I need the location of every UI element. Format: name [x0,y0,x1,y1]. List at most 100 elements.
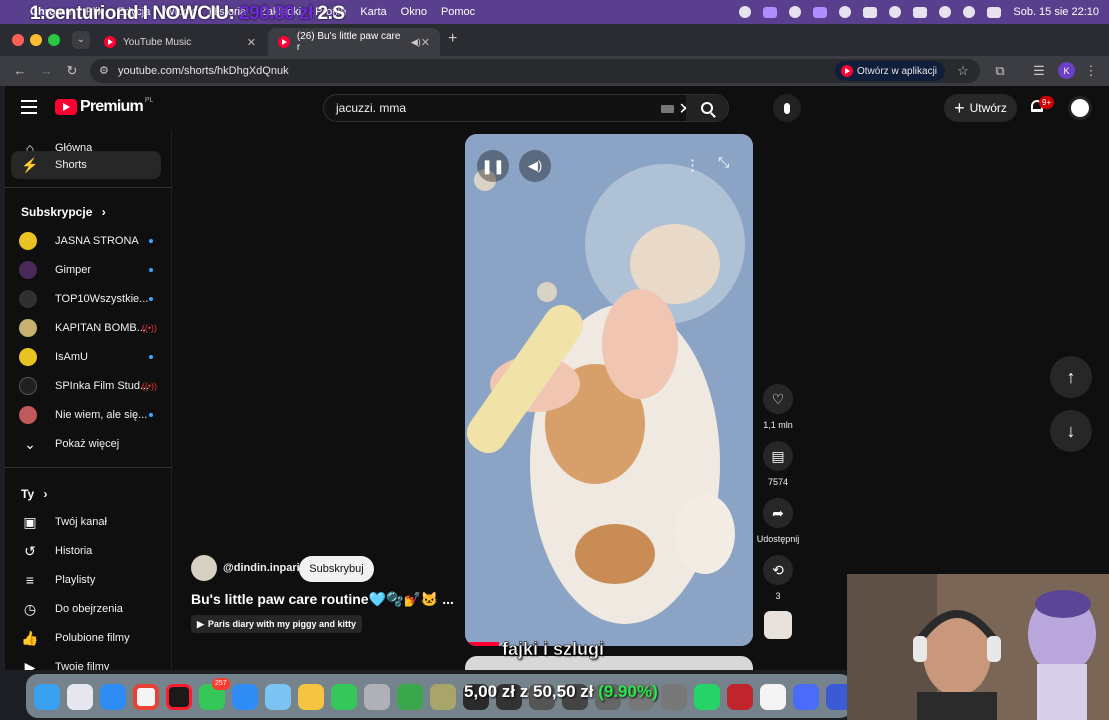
menu-karta[interactable]: Karta [360,6,386,18]
site-settings-icon[interactable]: ⚙ [99,64,109,77]
safari-icon[interactable] [100,684,126,710]
short-title[interactable]: Bu's little paw care routine🩵🫧💅🐱 ... [191,591,454,608]
sidebar-item-your-videos[interactable]: ▶ Twoje filmy [11,653,161,671]
whatsapp-icon[interactable] [694,684,720,710]
screen-share-icon[interactable] [813,6,828,18]
voice-search-button[interactable] [773,94,801,122]
search-box[interactable]: jacuzzi. mma ✕ [323,94,729,122]
search-button[interactable] [686,95,728,121]
wifi-icon[interactable] [939,6,952,18]
account-avatar[interactable] [1068,96,1092,120]
creator-avatar[interactable] [191,555,217,581]
finder-icon[interactable] [34,684,60,710]
more-options-icon[interactable]: ⋮ [685,156,700,174]
status-icon-1[interactable] [739,6,752,18]
guide-menu-icon[interactable] [21,100,37,114]
show-more-button[interactable]: ⌄ Pokaż więcej [11,430,161,458]
playlist-chip[interactable]: ▶ Paris diary with my piggy and kitty [191,615,362,633]
video-progress-bar[interactable] [465,642,499,646]
your-channel-icon: ▣ [23,513,37,530]
remix-button[interactable]: ⟲ [763,555,793,585]
creator-handle[interactable]: @dindin.inparis [223,562,306,574]
extensions-puzzle-icon[interactable]: ⧉ [992,63,1008,79]
sidebar-item-watch-later[interactable]: ◷ Do obejrzenia [11,595,161,623]
close-window-button[interactable] [12,34,24,46]
kebab-menu-icon[interactable]: ⋮ [1083,63,1099,79]
profile-avatar[interactable]: K [1058,62,1075,79]
tab-audio-icon[interactable]: ◀) [411,37,421,48]
reading-list-icon[interactable]: ☰ [1031,63,1047,79]
opera-icon[interactable] [166,684,192,710]
mail-icon[interactable] [232,684,258,710]
next-short-button[interactable]: ↓ [1050,410,1092,452]
subscriptions-heading[interactable]: Subskrypcje › [21,205,106,219]
mute-button[interactable]: ◀) [519,150,551,182]
create-button[interactable]: + Utwórz [944,94,1017,122]
subscribe-button[interactable]: Subskrybuj [299,556,374,582]
sidebar-channel-kapitan-bomba[interactable]: KAPITAN BOMB... ((•)) [11,314,161,342]
close-tab-icon[interactable]: ✕ [247,36,256,49]
bookmark-star-icon[interactable]: ☆ [955,63,971,79]
spotlight-search-icon[interactable] [963,6,976,18]
contacts-icon[interactable] [364,684,390,710]
keyboard-icon[interactable] [661,105,674,113]
status-icon-2[interactable] [763,6,778,18]
app-blue-icon[interactable] [793,684,819,710]
comments-button[interactable]: ▤ [763,441,793,471]
sidebar-item-playlists[interactable]: ≡ Playlisty [11,566,161,594]
like-button[interactable]: ♡ [763,384,793,414]
zoom-window-button[interactable] [48,34,60,46]
app-red-icon[interactable] [727,684,753,710]
shorts-video-player[interactable]: ❚❚ ◀) ⋮ ⤡ [465,134,753,646]
notes-icon[interactable] [430,684,456,710]
forward-arrow-icon[interactable]: → [38,63,54,78]
sidebar-item-your-channel[interactable]: ▣ Twój kanał [11,508,161,536]
back-arrow-icon[interactable]: ← [12,63,28,78]
menu-okno[interactable]: Okno [401,6,427,18]
menu-pomoc[interactable]: Pomoc [441,6,475,18]
sidebar-channel-spinka[interactable]: SPInka Film Stud... ((•)) [11,372,161,400]
sidebar-guide: ⌂ Główna ⚡ Shorts Subskrypcje › JASNA ST… [5,130,175,670]
control-center-icon[interactable] [987,6,1002,18]
tab-shorts[interactable]: (26) Bu's little paw care r ◀) ✕ [268,28,440,56]
chrome-icon[interactable] [133,684,159,710]
battery-icon[interactable] [913,6,928,18]
clock[interactable]: Sob. 15 sie 22:10 [1013,6,1099,18]
new-tab-plus-icon[interactable]: + [448,30,457,48]
sidebar-item-history[interactable]: ↺ Historia [11,537,161,565]
record-icon[interactable] [839,6,852,18]
photos-icon[interactable] [298,684,324,710]
youtube-premium-logo[interactable]: Premium PL [55,97,153,116]
close-tab-icon[interactable]: ✕ [421,36,430,49]
sidebar-channel-isamu[interactable]: IsAmU [11,343,161,371]
minimize-window-button[interactable] [30,34,42,46]
chatgpt-icon[interactable] [760,684,786,710]
app-green-icon[interactable] [397,684,423,710]
facetime-icon[interactable] [331,684,357,710]
volume-icon[interactable] [863,6,878,18]
app-grey-5-icon[interactable] [661,684,687,710]
you-heading[interactable]: Ty › [21,487,47,501]
launchpad-icon[interactable] [67,684,93,710]
channel-avatar [19,319,37,337]
sidebar-item-shorts[interactable]: ⚡ Shorts [11,151,161,179]
sidebar-channel-jasna-strona[interactable]: JASNA STRONA [11,227,161,255]
webcam-feed-image [847,574,1109,720]
maps-icon[interactable] [265,684,291,710]
tab-youtube-music[interactable]: YouTube Music ✕ [94,28,266,56]
previous-short-button[interactable]: ↑ [1050,356,1092,398]
sidebar-channel-gimper[interactable]: Gimper [11,256,161,284]
fullscreen-icon[interactable]: ⤡ [718,154,729,171]
sidebar-item-liked-videos[interactable]: 👍 Polubione filmy [11,624,161,652]
pause-button[interactable]: ❚❚ [477,150,509,182]
sidebar-channel-nie-wiem[interactable]: Nie wiem, ale się... [11,401,161,429]
open-in-app-button[interactable]: Otwórz w aplikacji [835,61,946,81]
sound-thumbnail[interactable] [764,611,792,639]
status-icon-3[interactable] [789,6,802,18]
focus-moon-icon[interactable] [889,6,902,18]
tab-search-chevron-icon[interactable]: ⌄ [72,31,90,49]
share-button[interactable]: ➦ [763,498,793,528]
search-input[interactable]: jacuzzi. mma [336,101,406,115]
sidebar-channel-top10[interactable]: TOP10Wszystkie... [11,285,161,313]
reload-icon[interactable]: ↻ [64,63,80,79]
